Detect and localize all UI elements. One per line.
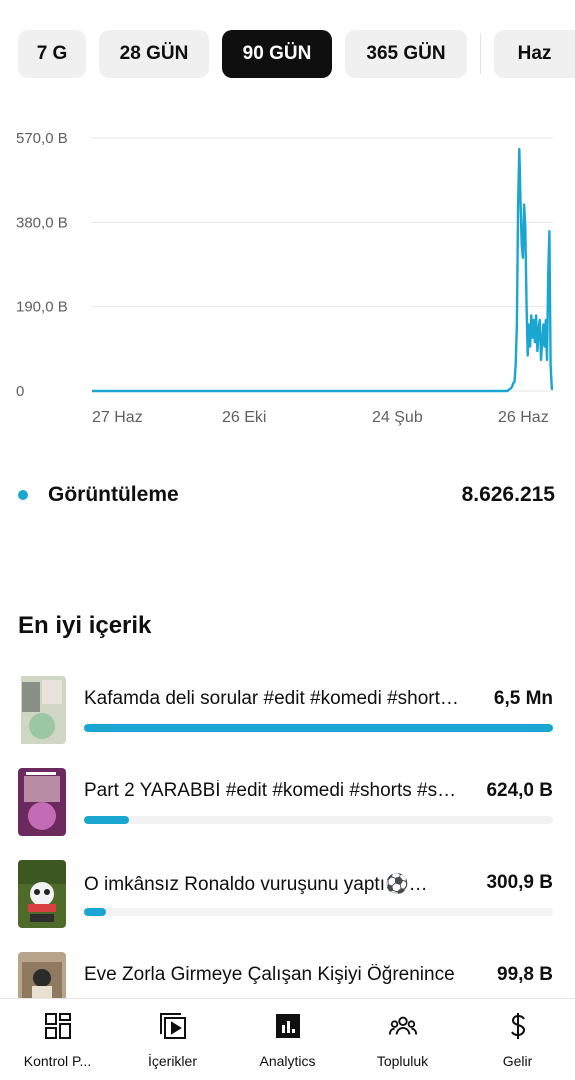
nav-community[interactable]: Topluluk [345,999,460,1080]
nav-label: Topluluk [376,1053,429,1069]
nav-content[interactable]: İçerikler [115,999,230,1080]
views-line-chart: 570,0 B 380,0 B 190,0 B 0 27 Haz 26 Eki 24 Şu… [16,130,554,426]
period-chip-90[interactable]: 90 GÜN [222,30,332,78]
content-views: 6,5 Mn [493,688,553,709]
y-tick-label: 0 [16,383,24,400]
content-views: 300,9 B [486,872,553,893]
content-row[interactable]: Kafamda deli sorular #edit #komedi #shor… [0,676,575,744]
views-share-fill [84,908,106,916]
content-title: Part 2 YARABBİ #edit #komedi #shorts #sh… [84,780,464,801]
views-share-bar [84,724,553,732]
y-tick-label: 190,0 B [16,299,68,316]
x-tick-label: 24 Şub [372,409,423,426]
community-icon [388,1011,418,1041]
bottom-navigation: Kontrol P... İçerikler Analytics Toplulu… [0,998,575,1080]
y-tick-label: 380,0 B [16,214,68,231]
y-tick-label: 570,0 B [16,130,68,147]
legend-dot [18,490,28,500]
metric-summary: Görüntüleme 8.626.215 [18,480,555,510]
dashboard-icon [43,1011,73,1041]
x-tick-label: 26 Eki [222,409,266,426]
views-chart: 570,0 B 380,0 B 190,0 B 0 27 Haz 26 Eki 24 Şu… [0,118,575,438]
nav-label: Kontrol P... [23,1053,92,1069]
period-chip-haz[interactable]: Haz [494,30,575,78]
views-share-fill [84,724,553,732]
content-views: 99,8 B [497,964,553,985]
content-title: O imkânsız Ronaldo vuruşunu yaptı⚽… [84,874,428,895]
video-thumbnail [18,676,66,744]
content-icon [158,1011,188,1041]
content-row[interactable]: O imkânsız Ronaldo vuruşunu yaptı⚽… 300,… [0,860,575,928]
views-share-fill [84,816,130,824]
earn-icon [503,1011,533,1041]
nav-label: Analytics [259,1053,316,1069]
period-chip-7g[interactable]: 7 G [18,30,86,78]
analytics-icon [273,1011,303,1041]
x-tick-label: 26 Haz [498,409,549,426]
nav-label: İçerikler [147,1053,197,1069]
top-content-title: En iyi içerik [18,612,152,639]
content-title: Kafamda deli sorular #edit #komedi #shor… [84,688,464,709]
video-thumbnail [18,768,66,836]
metric-value: 8.626.215 [461,483,555,506]
nav-analytics[interactable]: Analytics [230,999,345,1080]
views-series-line [92,147,554,393]
content-row[interactable]: Part 2 YARABBİ #edit #komedi #shorts #sh… [0,768,575,836]
content-title: Eve Zorla Girmeye Çalışan Kişiyi Öğrenin… [84,964,455,985]
period-divider [480,34,481,74]
video-thumbnail [18,860,66,928]
views-share-bar [84,816,553,824]
period-chip-28[interactable]: 28 GÜN [99,30,209,78]
nav-label: Gelir [502,1053,533,1069]
nav-dashboard[interactable]: Kontrol P... [0,999,115,1080]
period-chip-365[interactable]: 365 GÜN [345,30,467,78]
views-share-bar [84,908,553,916]
x-tick-label: 27 Haz [92,409,143,426]
metric-label: Görüntüleme [48,483,179,506]
period-selector: 7 G 28 GÜN 90 GÜN 365 GÜN Haz [0,30,575,78]
nav-earn[interactable]: Gelir [460,999,575,1080]
content-views: 624,0 B [486,780,553,801]
